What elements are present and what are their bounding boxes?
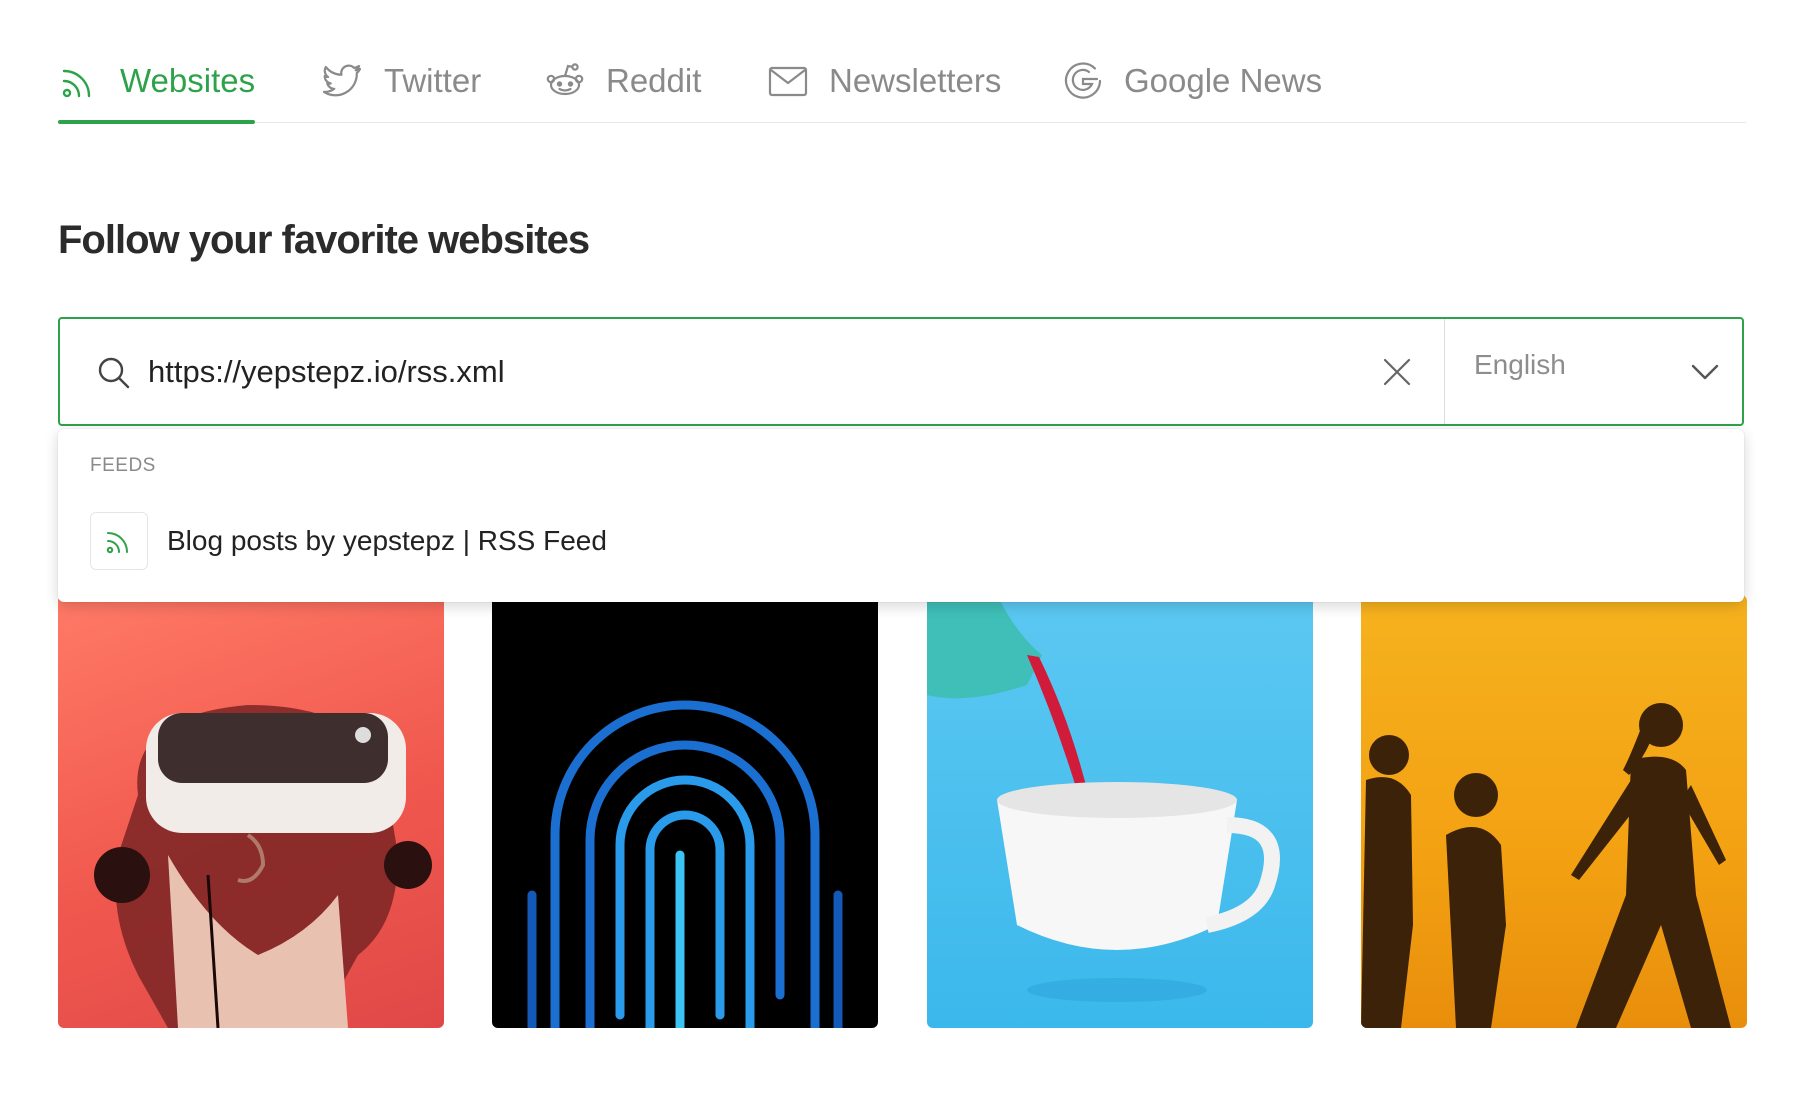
feeds-section-label: FEEDS bbox=[90, 455, 156, 476]
tab-twitter[interactable]: Twitter bbox=[322, 40, 481, 122]
tab-google-news[interactable]: Google News bbox=[1062, 40, 1322, 122]
rss-icon bbox=[90, 512, 148, 570]
language-select[interactable]: English bbox=[1474, 349, 1566, 381]
people-silhouettes-image bbox=[1361, 703, 1731, 1028]
mail-icon bbox=[767, 60, 809, 102]
tab-reddit[interactable]: Reddit bbox=[544, 40, 701, 122]
search-icon bbox=[98, 357, 130, 389]
tab-newsletters[interactable]: Newsletters bbox=[767, 40, 1001, 122]
twitter-icon bbox=[322, 60, 364, 102]
feed-result-item[interactable]: Blog posts by yepstepz | RSS Feed bbox=[90, 511, 1710, 571]
vr-headset-image bbox=[94, 705, 432, 1028]
topic-card-people[interactable] bbox=[1361, 595, 1747, 1028]
chevron-down-icon[interactable] bbox=[1688, 355, 1722, 389]
rss-icon bbox=[58, 60, 100, 102]
google-icon bbox=[1062, 60, 1104, 102]
topic-card-vr[interactable] bbox=[58, 595, 444, 1028]
tab-label: Twitter bbox=[384, 62, 482, 99]
tab-label: Reddit bbox=[606, 62, 702, 99]
tab-label: Google News bbox=[1124, 62, 1323, 99]
teapot-cup-image bbox=[927, 595, 1280, 1002]
feed-result-label: Blog posts by yepstepz | RSS Feed bbox=[167, 525, 607, 556]
tab-label: Newsletters bbox=[829, 62, 1002, 99]
fingerprint-image bbox=[527, 700, 843, 1028]
search-results-dropdown: FEEDS Blog posts by yepstepz | RSS Feed bbox=[58, 429, 1744, 602]
reddit-icon bbox=[544, 60, 586, 102]
divider bbox=[1444, 319, 1445, 424]
page-title: Follow your favorite websites bbox=[58, 218, 590, 262]
tab-websites[interactable]: Websites bbox=[58, 40, 256, 124]
close-icon[interactable] bbox=[1378, 353, 1416, 391]
topic-card-tea[interactable] bbox=[927, 595, 1313, 1028]
source-tabs: Websites Twitter Reddit Newsletters Goog… bbox=[58, 40, 1746, 124]
search-input[interactable] bbox=[148, 343, 1388, 401]
tab-label: Websites bbox=[120, 62, 256, 99]
topic-card-fingerprint[interactable] bbox=[492, 595, 878, 1028]
search-bar: English bbox=[58, 317, 1744, 426]
